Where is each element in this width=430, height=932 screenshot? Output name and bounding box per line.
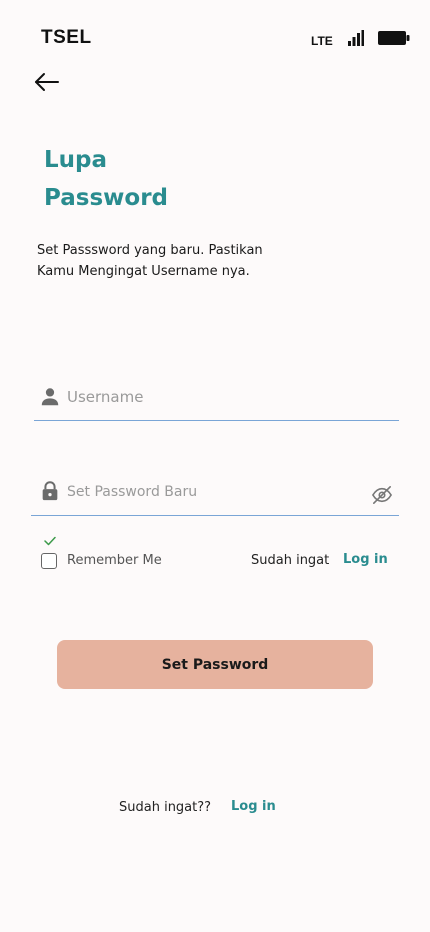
lock-icon — [42, 481, 58, 501]
footer-login-link[interactable]: Log in — [231, 799, 276, 814]
username-field[interactable] — [34, 378, 399, 421]
page-description: Set Passsword yang baru. Pastikan Kamu M… — [37, 240, 317, 282]
password-field[interactable] — [31, 473, 399, 516]
page-title: Lupa Password — [44, 141, 244, 217]
signal-bars-icon — [348, 30, 364, 46]
forgot-password-screen: TSEL LTE Lupa Password Set Passsword yan… — [0, 0, 430, 932]
footer-prompt: Sudah ingat?? — [119, 800, 212, 815]
user-icon — [41, 388, 59, 406]
password-input[interactable] — [67, 479, 357, 505]
description-line-2: Kamu Mengingat Username nya. — [37, 264, 250, 279]
description-line-1: Set Passsword yang baru. Pastikan — [37, 243, 263, 258]
eye-off-icon[interactable] — [371, 485, 393, 505]
battery-icon — [378, 31, 410, 45]
network-type: LTE — [311, 34, 333, 48]
carrier-name: TSEL — [41, 27, 92, 48]
login-link[interactable]: Log in — [343, 552, 388, 567]
page-title-line-1: Lupa — [44, 147, 108, 173]
page-title-line-2: Password — [44, 185, 168, 211]
set-password-button[interactable]: Set Password — [57, 640, 373, 689]
remember-me-checkbox[interactable] — [41, 553, 57, 569]
remember-me-label[interactable]: Remember Me — [67, 553, 162, 568]
remembered-prompt: Sudah ingat — [251, 553, 330, 568]
check-icon — [44, 536, 56, 546]
back-arrow-icon[interactable] — [34, 70, 60, 94]
username-input[interactable] — [67, 384, 357, 410]
